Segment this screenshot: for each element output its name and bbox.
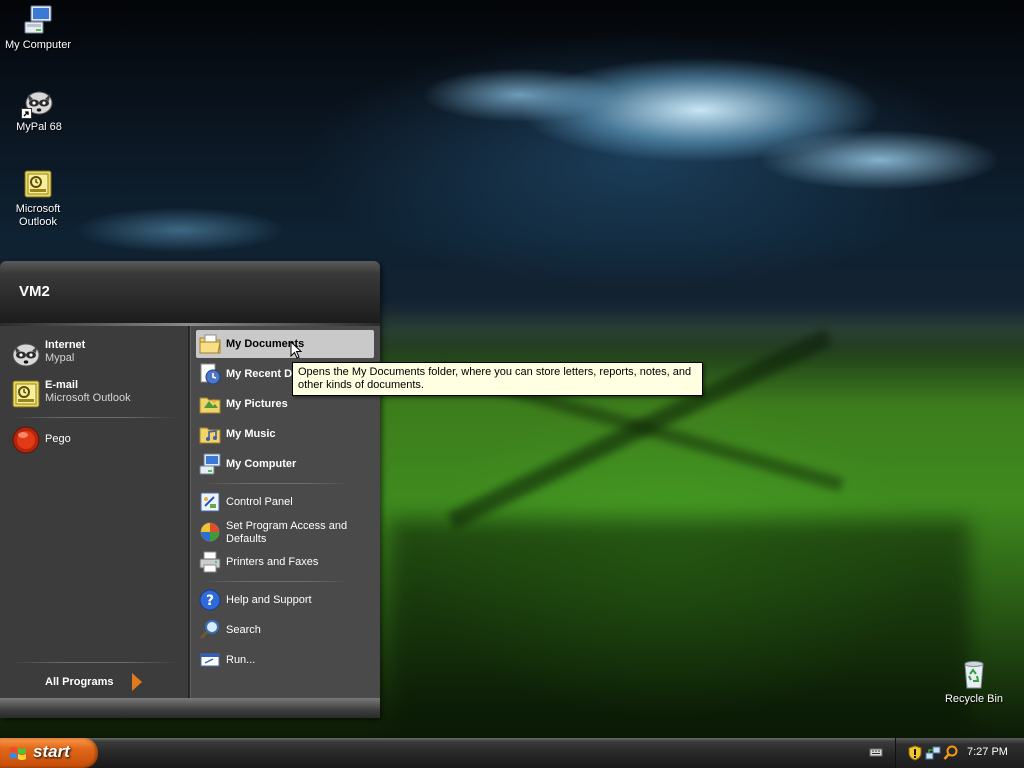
- start-menu-left-pane: Internet Mypal E-mail Microsoft Outlook: [0, 326, 189, 698]
- pinned-item-internet[interactable]: Internet Mypal: [8, 336, 184, 372]
- mypal-raccoon-icon: [21, 86, 55, 119]
- menu-item-label: My Pictures: [226, 398, 288, 410]
- pinned-item-subtitle: Mypal: [45, 352, 75, 364]
- desktop-icon-label: Recycle Bin: [944, 693, 1004, 705]
- control-panel-icon: [198, 490, 222, 514]
- pinned-item-subtitle: Microsoft Outlook: [45, 392, 131, 404]
- wallpaper-window-shadow: [390, 520, 970, 730]
- menu-item-printers-and-faxes[interactable]: Printers and Faxes: [196, 548, 374, 576]
- recycle-bin-icon: [958, 658, 990, 690]
- menu-item-help-and-support[interactable]: ? Help and Support: [196, 586, 374, 614]
- desktop-icon-label: Microsoft Outlook: [15, 203, 61, 228]
- desktop-icon-my-computer[interactable]: My Computer: [0, 4, 76, 52]
- menu-item-label: Run...: [226, 654, 256, 666]
- menu-item-label: Search: [226, 624, 261, 636]
- my-music-folder-icon: [198, 422, 222, 446]
- pinned-item-email[interactable]: E-mail Microsoft Outlook: [8, 376, 184, 412]
- program-access-icon: [198, 520, 222, 544]
- desktop-icon-label: MyPal 68: [16, 121, 62, 133]
- svg-text:?: ?: [206, 593, 214, 609]
- run-icon: [198, 648, 222, 672]
- right-separator: [201, 483, 351, 484]
- menu-item-label: Printers and Faxes: [226, 556, 319, 568]
- menu-item-run[interactable]: Run...: [196, 646, 374, 674]
- tooltip: Opens the My Documents folder, where you…: [292, 362, 703, 396]
- keyboard-icon[interactable]: [869, 745, 883, 759]
- search-icon: [198, 618, 222, 642]
- my-computer-icon: [22, 4, 54, 36]
- outlook-icon: [10, 378, 42, 410]
- recent-item-label: Pego: [45, 433, 71, 445]
- menu-item-label: Set Program Access and Defaults: [226, 520, 348, 545]
- help-icon: ?: [198, 588, 222, 612]
- pinned-item-title: Internet: [45, 339, 86, 351]
- menu-item-label: My Music: [226, 428, 276, 440]
- my-documents-folder-icon: [198, 332, 222, 356]
- right-separator: [201, 581, 351, 582]
- start-menu-footer: [0, 698, 380, 718]
- mouse-cursor-icon: [290, 340, 304, 361]
- desktop-icon-outlook[interactable]: Microsoft Outlook: [0, 168, 76, 229]
- start-label: start: [33, 742, 70, 761]
- network-icon[interactable]: [925, 745, 941, 761]
- my-pictures-folder-icon: [198, 392, 222, 416]
- menu-item-my-documents[interactable]: My Documents: [196, 330, 374, 358]
- user-name: VM2: [19, 283, 50, 300]
- pinned-separator: [10, 417, 178, 418]
- menu-item-search[interactable]: Search: [196, 616, 374, 644]
- recent-documents-icon: [198, 362, 222, 386]
- mypal-raccoon-icon: [10, 338, 42, 370]
- printer-icon: [198, 550, 222, 574]
- all-programs-label: All Programs: [45, 676, 114, 688]
- desktop-icon-label: My Computer: [4, 39, 72, 51]
- outlook-icon: [22, 168, 54, 200]
- start-button[interactable]: start: [0, 738, 98, 768]
- menu-item-set-program-access[interactable]: Set Program Access and Defaults: [196, 518, 374, 548]
- arrow-right-icon: [132, 673, 142, 691]
- all-programs-separator: [10, 662, 178, 663]
- windows-flag-icon: [9, 745, 27, 761]
- my-computer-icon: [198, 452, 222, 476]
- clock[interactable]: 7:27 PM: [967, 746, 1008, 758]
- search-tray-icon[interactable]: [943, 745, 959, 761]
- menu-item-my-computer[interactable]: My Computer: [196, 450, 374, 478]
- menu-item-label: Help and Support: [226, 594, 312, 606]
- pinned-item-title: E-mail: [45, 379, 79, 391]
- menu-item-my-music[interactable]: My Music: [196, 420, 374, 448]
- security-shield-icon[interactable]: [907, 745, 923, 761]
- pego-icon: [10, 424, 42, 456]
- recent-item-pego[interactable]: Pego: [8, 422, 184, 458]
- menu-item-control-panel[interactable]: Control Panel: [196, 488, 374, 516]
- start-menu-header: VM2: [0, 261, 380, 323]
- system-tray: 7:27 PM: [895, 738, 1024, 768]
- desktop-icon-recycle-bin[interactable]: Recycle Bin: [936, 658, 1012, 706]
- start-menu: VM2 Internet Mypal E-mail Microsoft Outl…: [0, 261, 380, 718]
- desktop-icon-mypal[interactable]: MyPal 68: [1, 86, 77, 134]
- menu-item-label: My Computer: [226, 458, 297, 470]
- all-programs-button[interactable]: All Programs: [44, 671, 154, 693]
- menu-item-label: Control Panel: [226, 496, 293, 508]
